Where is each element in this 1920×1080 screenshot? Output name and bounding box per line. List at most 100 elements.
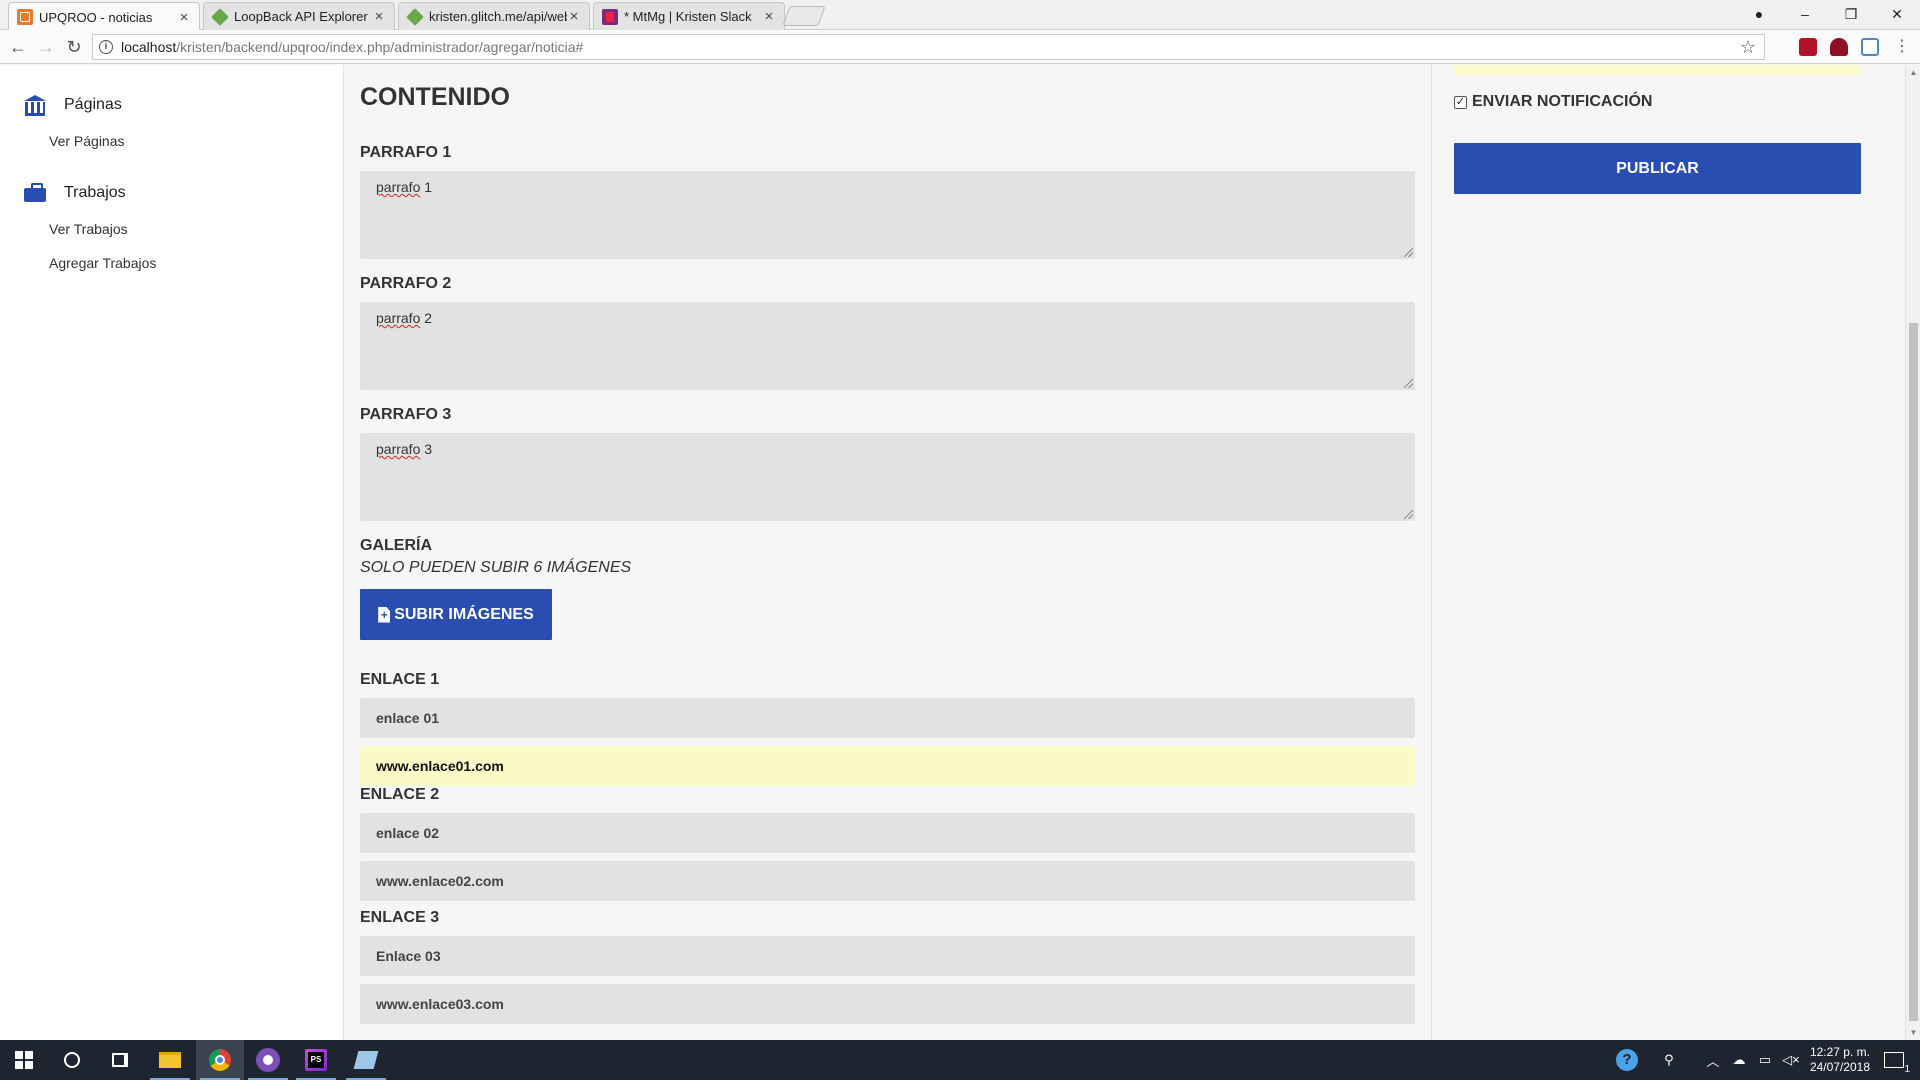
start-button[interactable] <box>0 1040 48 1080</box>
clock-date: 24/07/2018 <box>1809 1060 1870 1074</box>
chrome-icon <box>209 1049 231 1071</box>
link-3-name-input[interactable]: Enlace 03 <box>360 936 1415 976</box>
address-bar[interactable]: i localhost/kristen/backend/upqroo/index… <box>92 34 1765 60</box>
link-2-url-input[interactable]: www.enlace02.com <box>360 861 1415 901</box>
link-2-name-input[interactable]: enlace 02 <box>360 813 1415 853</box>
publish-panel: ✓ ENVIAR NOTIFICACIÓN PUBLICAR <box>1431 65 1885 1040</box>
notify-checkbox[interactable]: ✓ <box>1454 95 1467 109</box>
main-content: CONTENIDO PARRAFO 1 parrafo 1 PARRAFO 2 … <box>345 65 1431 1040</box>
close-tab-icon[interactable]: × <box>177 9 191 26</box>
show-hidden-icons-chevron-icon[interactable]: ︿ <box>1700 1051 1726 1070</box>
file-explorer-icon <box>159 1052 181 1068</box>
task-view-button[interactable] <box>96 1040 144 1080</box>
sidebar-section-title: Trabajos <box>64 184 126 201</box>
notify-label: ENVIAR NOTIFICACIÓN <box>1472 93 1653 110</box>
briefcase-icon <box>24 183 48 203</box>
paragraph-text-number: 2 <box>424 310 433 326</box>
taskbar-notes-app[interactable] <box>342 1040 390 1080</box>
tab-title: UPQROO - noticias <box>39 9 153 25</box>
link-1-name-input[interactable]: enlace 01 <box>360 698 1415 738</box>
action-center-icon[interactable] <box>1884 1052 1910 1075</box>
shield-extension-icon[interactable] <box>1799 38 1817 56</box>
tab-title: kristen.glitch.me/api/web <box>429 9 567 24</box>
gallery-subtitle: SOLO PUEDEN SUBIR 6 IMÁGENES <box>360 559 632 576</box>
upload-images-label: SUBIR IMÁGENES <box>394 605 534 623</box>
paragraph-text-word: parrafo <box>376 179 421 195</box>
upqroo-favicon-icon <box>17 9 33 25</box>
page-scrollbar[interactable]: ▲ ▼ <box>1905 65 1920 1040</box>
resize-grip-icon[interactable] <box>1404 379 1413 388</box>
sidebar-section-title: Páginas <box>64 96 122 113</box>
autofilled-field[interactable] <box>1454 65 1861 75</box>
link-3-url-input[interactable]: www.enlace03.com <box>360 984 1415 1024</box>
bank-icon <box>24 95 48 116</box>
help-icon[interactable]: ? <box>1615 1049 1638 1071</box>
forward-arrow-icon[interactable]: → <box>34 35 58 59</box>
tab-glitch-api[interactable]: kristen.glitch.me/api/web × <box>398 2 590 30</box>
window-controls: ● – ❐ ✕ <box>1736 0 1920 28</box>
back-arrow-icon[interactable]: ← <box>6 35 30 59</box>
translate-extension-icon[interactable] <box>1861 38 1879 56</box>
taskbar-chrome[interactable] <box>196 1040 244 1080</box>
resize-grip-icon[interactable] <box>1404 510 1413 519</box>
paragraph-3-label: PARRAFO 3 <box>360 406 452 423</box>
link-3-label: ENLACE 3 <box>360 909 440 926</box>
taskbar-file-explorer[interactable] <box>146 1040 194 1080</box>
sidebar-item-agregar-trabajos[interactable]: Agregar Trabajos <box>49 255 156 271</box>
slack-favicon-icon <box>602 8 618 25</box>
sidebar-item-ver-paginas[interactable]: Ver Páginas <box>49 133 125 149</box>
scroll-down-arrow-icon[interactable]: ▼ <box>1906 1025 1920 1040</box>
notify-option[interactable]: ✓ ENVIAR NOTIFICACIÓN <box>1454 93 1652 111</box>
resize-grip-icon[interactable] <box>1404 248 1413 257</box>
close-tab-icon[interactable]: × <box>762 8 776 25</box>
sidebar-section-trabajos[interactable]: Trabajos <box>24 183 126 203</box>
phpstorm-icon <box>305 1049 327 1071</box>
chrome-menu-icon[interactable]: ⋮ <box>1890 35 1914 59</box>
restore-icon[interactable]: ❐ <box>1828 6 1874 23</box>
link-1-url-input[interactable]: www.enlace01.com <box>360 746 1415 786</box>
info-icon[interactable]: i <box>99 40 113 54</box>
scroll-thumb[interactable] <box>1909 323 1918 1021</box>
url-host: localhost <box>121 39 177 55</box>
page-title: CONTENIDO <box>360 83 510 111</box>
upload-images-button[interactable]: SUBIR IMÁGENES <box>360 589 552 640</box>
link-2-label: ENLACE 2 <box>360 786 440 803</box>
minimize-icon[interactable]: – <box>1782 6 1828 22</box>
reload-icon[interactable]: ↻ <box>62 35 86 59</box>
cortana-button[interactable] <box>48 1040 96 1080</box>
taskbar-phpstorm[interactable] <box>292 1040 340 1080</box>
sidebar-item-ver-trabajos[interactable]: Ver Trabajos <box>49 221 128 237</box>
tab-slack[interactable]: * MtMg | Kristen Slack × <box>593 2 785 30</box>
paragraph-2-textarea[interactable]: parrafo 2 <box>360 302 1415 390</box>
tab-title: * MtMg | Kristen Slack <box>624 9 752 24</box>
scroll-up-arrow-icon[interactable]: ▲ <box>1906 65 1920 80</box>
tab-loopback-explorer[interactable]: LoopBack API Explorer × <box>203 2 395 30</box>
volume-muted-icon[interactable]: ◁× <box>1778 1052 1804 1068</box>
close-window-icon[interactable]: ✕ <box>1874 6 1920 23</box>
loopback-favicon-icon <box>211 7 229 26</box>
taskbar-app-purple[interactable] <box>244 1040 292 1080</box>
close-tab-icon[interactable]: × <box>567 8 581 25</box>
taskbar-clock[interactable]: 12:27 p. m. 24/07/2018 <box>1810 1045 1870 1075</box>
people-icon[interactable]: ⚲ <box>1656 1052 1682 1068</box>
file-upload-icon <box>378 606 391 623</box>
ublock-extension-icon[interactable] <box>1830 38 1848 56</box>
url-path: /kristen/backend/upqroo/index.php/admini… <box>176 39 584 55</box>
tab-upqroo-noticias[interactable]: UPQROO - noticias × <box>8 2 200 31</box>
windows-taskbar: ? ⚲ ︿ ☁ ▭ ◁× 12:27 p. m. 24/07/2018 <box>0 1040 1920 1080</box>
network-icon[interactable]: ▭ <box>1752 1052 1778 1068</box>
sidebar-section-paginas[interactable]: Páginas <box>24 95 122 116</box>
loopback-favicon-icon <box>406 7 424 26</box>
task-view-icon <box>112 1053 128 1067</box>
browser-tab-strip: UPQROO - noticias × LoopBack API Explore… <box>0 0 1920 31</box>
paragraph-3-textarea[interactable]: parrafo 3 <box>360 433 1415 521</box>
sidebar: Páginas Ver Páginas Trabajos Ver Trabajo… <box>0 65 344 1040</box>
new-tab-button[interactable] <box>782 6 826 26</box>
onedrive-cloud-icon[interactable]: ☁ <box>1726 1052 1752 1068</box>
paragraph-1-textarea[interactable]: parrafo 1 <box>360 171 1415 259</box>
publish-button[interactable]: PUBLICAR <box>1454 143 1861 194</box>
paragraph-text-number: 3 <box>424 441 433 457</box>
close-tab-icon[interactable]: × <box>372 8 386 25</box>
bookmark-star-icon[interactable]: ☆ <box>1740 37 1756 58</box>
profile-icon[interactable]: ● <box>1736 6 1782 22</box>
